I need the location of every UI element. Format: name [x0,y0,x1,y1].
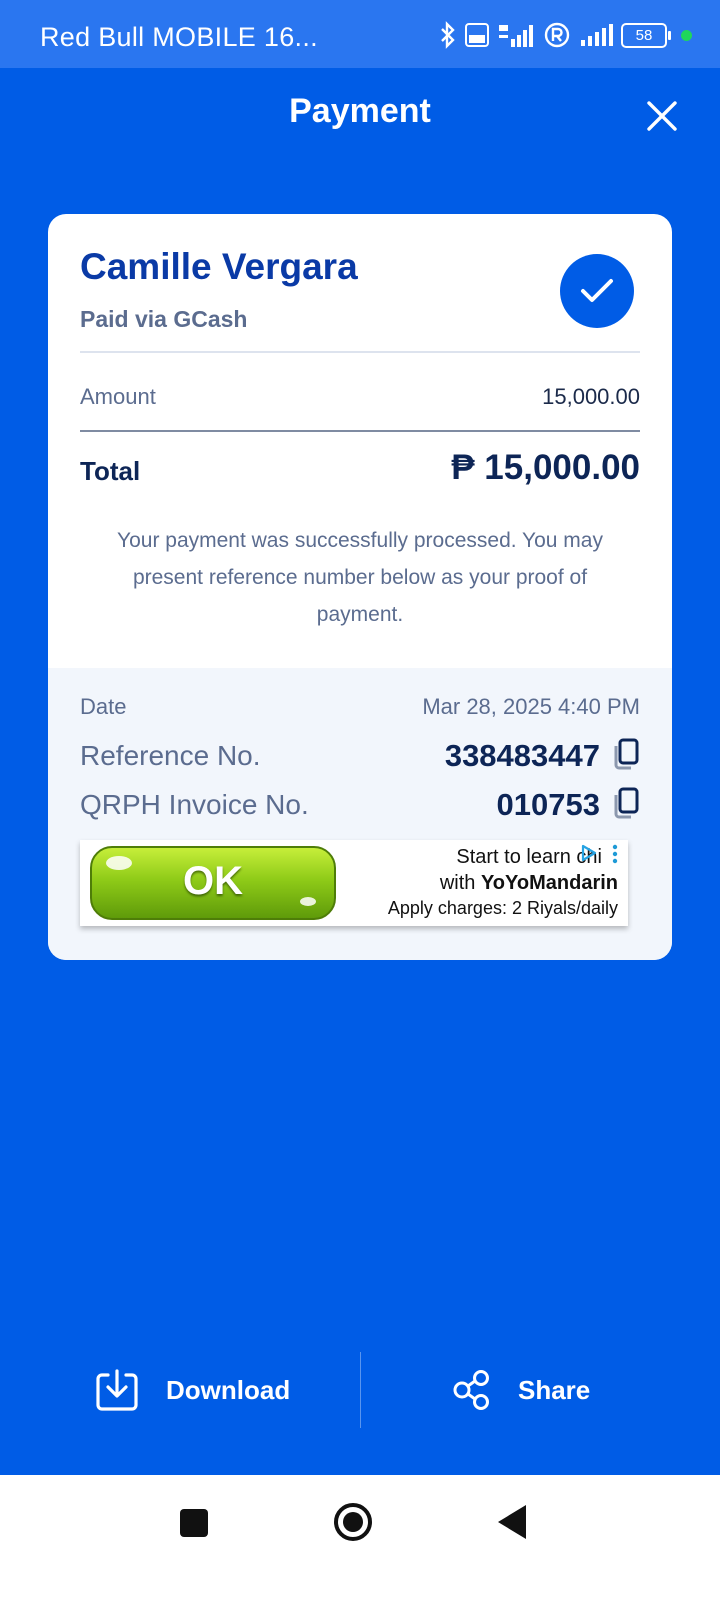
receipt-card: Camille Vergara Paid via GCash Amount 15… [48,214,672,960]
share-button[interactable]: Share [452,1366,590,1414]
signal-4g-icon [499,25,533,47]
signal-bars-icon [581,24,613,46]
invoice-label: QRPH Invoice No. [80,789,309,820]
carrier-name: Red Bull MOBILE 16... [40,22,318,52]
download-icon [96,1369,138,1411]
home-icon[interactable] [332,1501,374,1543]
checkmark-icon [581,279,613,302]
ad-banner[interactable]: OK Start to learn chi with YoYoMandarin … [80,840,628,926]
transaction-details: Date Mar 28, 2025 4:40 PM Reference No. … [48,668,672,960]
divider [360,1352,361,1428]
ad-brand: YoYoMandarin [480,872,618,894]
registered-icon [544,22,570,48]
download-label: Download [166,1374,291,1405]
total-value: ₱ 15,000.00 [451,448,640,487]
ad-text-line2: with YoYoMandarin [440,872,618,895]
recent-apps-icon[interactable] [178,1507,210,1539]
page-title: Payment [289,92,431,130]
download-button[interactable]: Download [94,1366,290,1414]
copy-icon[interactable] [612,787,640,819]
close-icon[interactable] [644,98,680,134]
adchoices-icon[interactable] [580,844,598,862]
ad-text-line3: Apply charges: 2 Riyals/daily [387,898,618,918]
bottom-actions: Download Share [0,1352,720,1428]
total-label: Total [80,456,141,486]
divider [80,430,640,432]
bluetooth-icon [441,21,455,49]
amount-label: Amount [80,384,156,409]
payment-method: Paid via GCash [80,306,248,332]
more-options-icon[interactable] [612,844,618,864]
share-icon [453,1370,489,1410]
ad-text-prefix: with [439,872,481,894]
divider [80,351,640,353]
system-navigation-bar [0,1475,720,1600]
date-value: Mar 28, 2025 4:40 PM [422,694,640,719]
volte-icon [465,23,489,47]
success-badge [560,254,634,328]
reference-label: Reference No. [80,740,261,771]
back-icon[interactable] [496,1503,528,1541]
amount-value: 15,000.00 [542,384,640,409]
copy-icon[interactable] [612,738,640,770]
status-bar: Red Bull MOBILE 16... 58 [0,0,720,68]
privacy-indicator-dot [681,29,692,41]
invoice-number: 010753 [496,787,600,822]
date-label: Date [80,694,127,719]
battery-icon: 58 [621,22,671,48]
success-message: Your payment was successfully processed.… [117,529,603,626]
status-icons: 58 [439,20,692,50]
share-label: Share [518,1374,591,1405]
ad-ok-button[interactable]: OK [90,846,336,920]
reference-number: 338483447 [444,738,600,773]
payer-name: Camille Vergara [80,246,358,287]
